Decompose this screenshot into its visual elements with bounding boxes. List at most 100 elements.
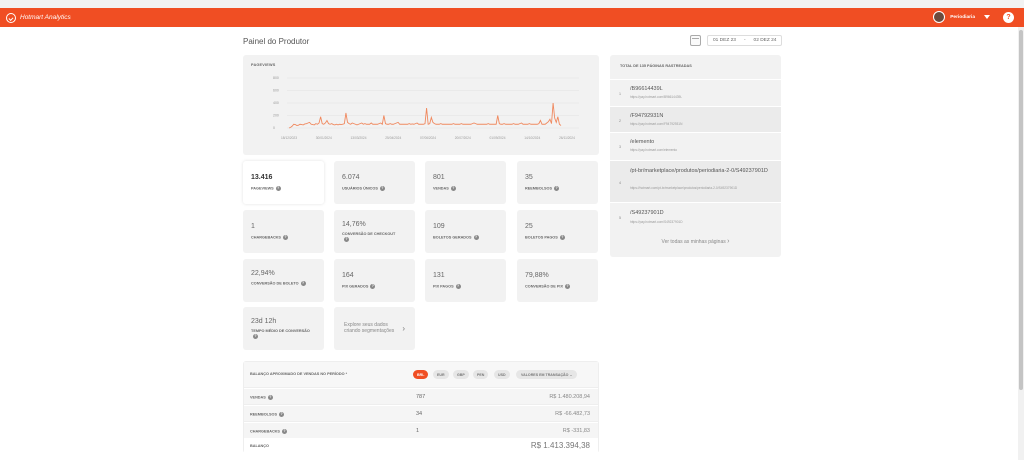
metric-card-pageviews[interactable]: 13.416 PAGEVIEWS? <box>243 161 324 204</box>
help-circle-icon[interactable]: ? <box>450 186 456 191</box>
item-url[interactable]: https://hotmart.com/pt-br/marketplace/pr… <box>630 186 737 190</box>
item-title[interactable]: /F94792931N <box>630 113 663 120</box>
metric-label: PAGEVIEWS? <box>251 186 281 191</box>
help-circle-icon[interactable]: ? <box>275 186 281 191</box>
y-tick-label: 600 <box>273 89 279 93</box>
metric-card-pix-conversion[interactable]: 79,88% CONVERSÃO DE PIX? <box>517 259 598 302</box>
list-item[interactable]: 3 /elemento https://pay.hotmart.com/elem… <box>610 132 781 160</box>
total-amount: R$ 1.413.394,38 <box>530 441 590 450</box>
help-circle-icon[interactable]: ? <box>455 284 461 289</box>
list-item[interactable]: 4 /pt-br/marketplace/produtos/periodiari… <box>610 160 781 202</box>
metric-value: 1 <box>251 223 255 230</box>
x-tick-label: 26/11/2024 <box>559 136 575 140</box>
row-count: 1 <box>416 428 420 434</box>
row-label: REEMBOLSOS? <box>250 412 285 417</box>
chevron-down-icon[interactable] <box>984 15 990 19</box>
transaction-values-dropdown[interactable]: VALORES EM TRANSAÇÃO ⌄ <box>516 370 578 379</box>
item-number: 3 <box>619 145 621 149</box>
item-url[interactable]: https://pay.hotmart.com/S49237901D <box>630 220 683 224</box>
item-title[interactable]: /elemento <box>630 139 654 146</box>
brand-logo[interactable]: Hotmart Analytics <box>6 12 71 23</box>
item-title[interactable]: /pt-br/marketplace/produtos/periodiaria-… <box>630 168 768 175</box>
help-circle-icon[interactable]: ? <box>253 334 258 339</box>
item-url[interactable]: https://pay.hotmart.com/elemento <box>630 148 677 152</box>
metric-label: CHARGEBACKS? <box>251 235 288 240</box>
date-range-picker[interactable]: 01 DEZ 23 - 02 DEZ 24 <box>690 35 783 46</box>
help-circle-icon[interactable]: ? <box>564 284 570 289</box>
metric-label: VENDAS? <box>433 186 456 191</box>
explore-segmentation-card[interactable]: Explore seus dados criando segmentações … <box>334 307 415 350</box>
metric-value: 35 <box>525 174 533 181</box>
date-end: 02 DEZ 24 <box>753 38 777 43</box>
metric-label: TEMPO MÉDIO DE CONVERSÃO? <box>251 329 310 339</box>
item-title[interactable]: /S49237901D <box>630 210 664 217</box>
avatar[interactable] <box>933 11 946 23</box>
user-name[interactable]: Periodiaria <box>950 15 975 20</box>
item-url[interactable]: https://pay.hotmart.com/B96614439L <box>630 95 682 99</box>
balance-row-chargebacks: CHARGEBACKS? 1 R$ -331,83 <box>244 423 598 439</box>
metric-value: 131 <box>433 272 445 279</box>
item-url[interactable]: https://pay.hotmart.com/F94792931N <box>630 122 682 126</box>
date-start: 01 DEZ 23 <box>713 38 736 43</box>
metric-value: 22,94% <box>251 270 275 277</box>
user-menu[interactable]: Periodiaria ? <box>933 11 1014 23</box>
metric-card-pix-paid[interactable]: 131 PIX PAGOS? <box>425 259 506 302</box>
page-title: Painel do Produtor <box>243 37 310 46</box>
calendar-icon[interactable] <box>690 35 701 46</box>
item-number: 4 <box>619 181 621 185</box>
metric-value: 79,88% <box>525 272 549 279</box>
balance-row-refunds: REEMBOLSOS? 34 R$ -66.482,73 <box>244 406 598 422</box>
row-amount: R$ -331,83 <box>562 428 590 434</box>
metric-card-boletos-paid[interactable]: 25 BOLETOS PAGOS? <box>517 210 598 253</box>
help-circle-icon[interactable]: ? <box>282 235 288 240</box>
help-circle-icon[interactable]: ? <box>279 412 285 417</box>
help-icon[interactable]: ? <box>1003 11 1014 23</box>
metric-card-sales[interactable]: 801 VENDAS? <box>425 161 506 204</box>
help-circle-icon[interactable]: ? <box>300 281 306 286</box>
item-number: 1 <box>619 92 621 96</box>
chevron-right-icon[interactable]: › <box>402 324 405 333</box>
currency-brl-button[interactable]: BRL <box>413 370 429 379</box>
see-all-pages-link[interactable]: Ver todas as minhas páginas › <box>610 238 781 245</box>
metric-value: 25 <box>525 223 533 230</box>
x-tick-label: 07/06/2024 <box>420 136 436 140</box>
metric-label: REEMBOLSOS? <box>525 186 560 191</box>
pageviews-chart: 800 600 400 200 0 18/12/2023 30/01/2024 13/03/2… <box>273 76 579 140</box>
help-circle-icon[interactable]: ? <box>370 284 376 289</box>
tracked-pages-panel: TOTAL DE 135 PÁGINAS RASTREADAS 1 /B9661… <box>610 55 781 257</box>
metric-card-unique-users[interactable]: 6.074 USUÁRIOS ÚNICOS? <box>334 161 415 204</box>
list-item[interactable]: 5 /S49237901D https://pay.hotmart.com/S4… <box>610 202 781 231</box>
x-tick-label: 01/09/2024 <box>490 136 506 140</box>
balance-title: BALANÇO APROXIMADO DE VENDAS NO PERÍODO … <box>250 372 348 376</box>
date-range-box[interactable]: 01 DEZ 23 - 02 DEZ 24 <box>707 35 783 46</box>
metric-card-pix-generated[interactable]: 164 PIX GERADOS? <box>334 259 415 302</box>
currency-pen-button[interactable]: PEN <box>473 370 489 379</box>
help-circle-icon[interactable]: ? <box>559 235 565 240</box>
metric-card-boletos-generated[interactable]: 109 BOLETOS GERADOS? <box>425 210 506 253</box>
item-number: 5 <box>619 216 621 220</box>
metric-label: BOLETOS GERADOS? <box>433 235 479 240</box>
list-item[interactable]: 1 /B96614439L https://pay.hotmart.com/B9… <box>610 79 781 106</box>
help-circle-icon[interactable]: ? <box>267 395 273 400</box>
help-circle-icon[interactable]: ? <box>281 429 287 434</box>
item-title[interactable]: /B96614439L <box>630 86 663 93</box>
explore-text[interactable]: Explore seus dados criando segmentações <box>344 322 404 334</box>
help-circle-icon[interactable]: ? <box>379 186 385 191</box>
metric-card-boleto-conversion[interactable]: 22,94% CONVERSÃO DE BOLETO? <box>243 259 324 302</box>
currency-gbp-button[interactable]: GBP <box>453 370 469 379</box>
balance-row-total: BALANÇO R$ 1.413.394,38 <box>244 438 598 454</box>
scrollbar-thumb[interactable] <box>1019 30 1023 390</box>
x-tick-label: 18/12/2023 <box>281 136 297 140</box>
metric-card-avg-conversion-time[interactable]: 23d 12h TEMPO MÉDIO DE CONVERSÃO? <box>243 307 324 350</box>
metric-card-chargebacks[interactable]: 1 CHARGEBACKS? <box>243 210 324 253</box>
currency-usd-button[interactable]: USD <box>494 370 510 379</box>
currency-eur-button[interactable]: EUR <box>433 370 449 379</box>
help-circle-icon[interactable]: ? <box>344 237 349 242</box>
metric-card-checkout-conversion[interactable]: 14,76% CONVERSÃO DE CHECKOUT? <box>334 210 415 253</box>
help-circle-icon[interactable]: ? <box>473 235 479 240</box>
metric-card-refunds[interactable]: 35 REEMBOLSOS? <box>517 161 598 204</box>
list-item[interactable]: 2 /F94792931N https://pay.hotmart.com/F9… <box>610 106 781 132</box>
help-circle-icon[interactable]: ? <box>554 186 560 191</box>
browser-top-strip <box>0 0 1024 8</box>
chevron-right-icon[interactable]: › <box>727 238 729 245</box>
